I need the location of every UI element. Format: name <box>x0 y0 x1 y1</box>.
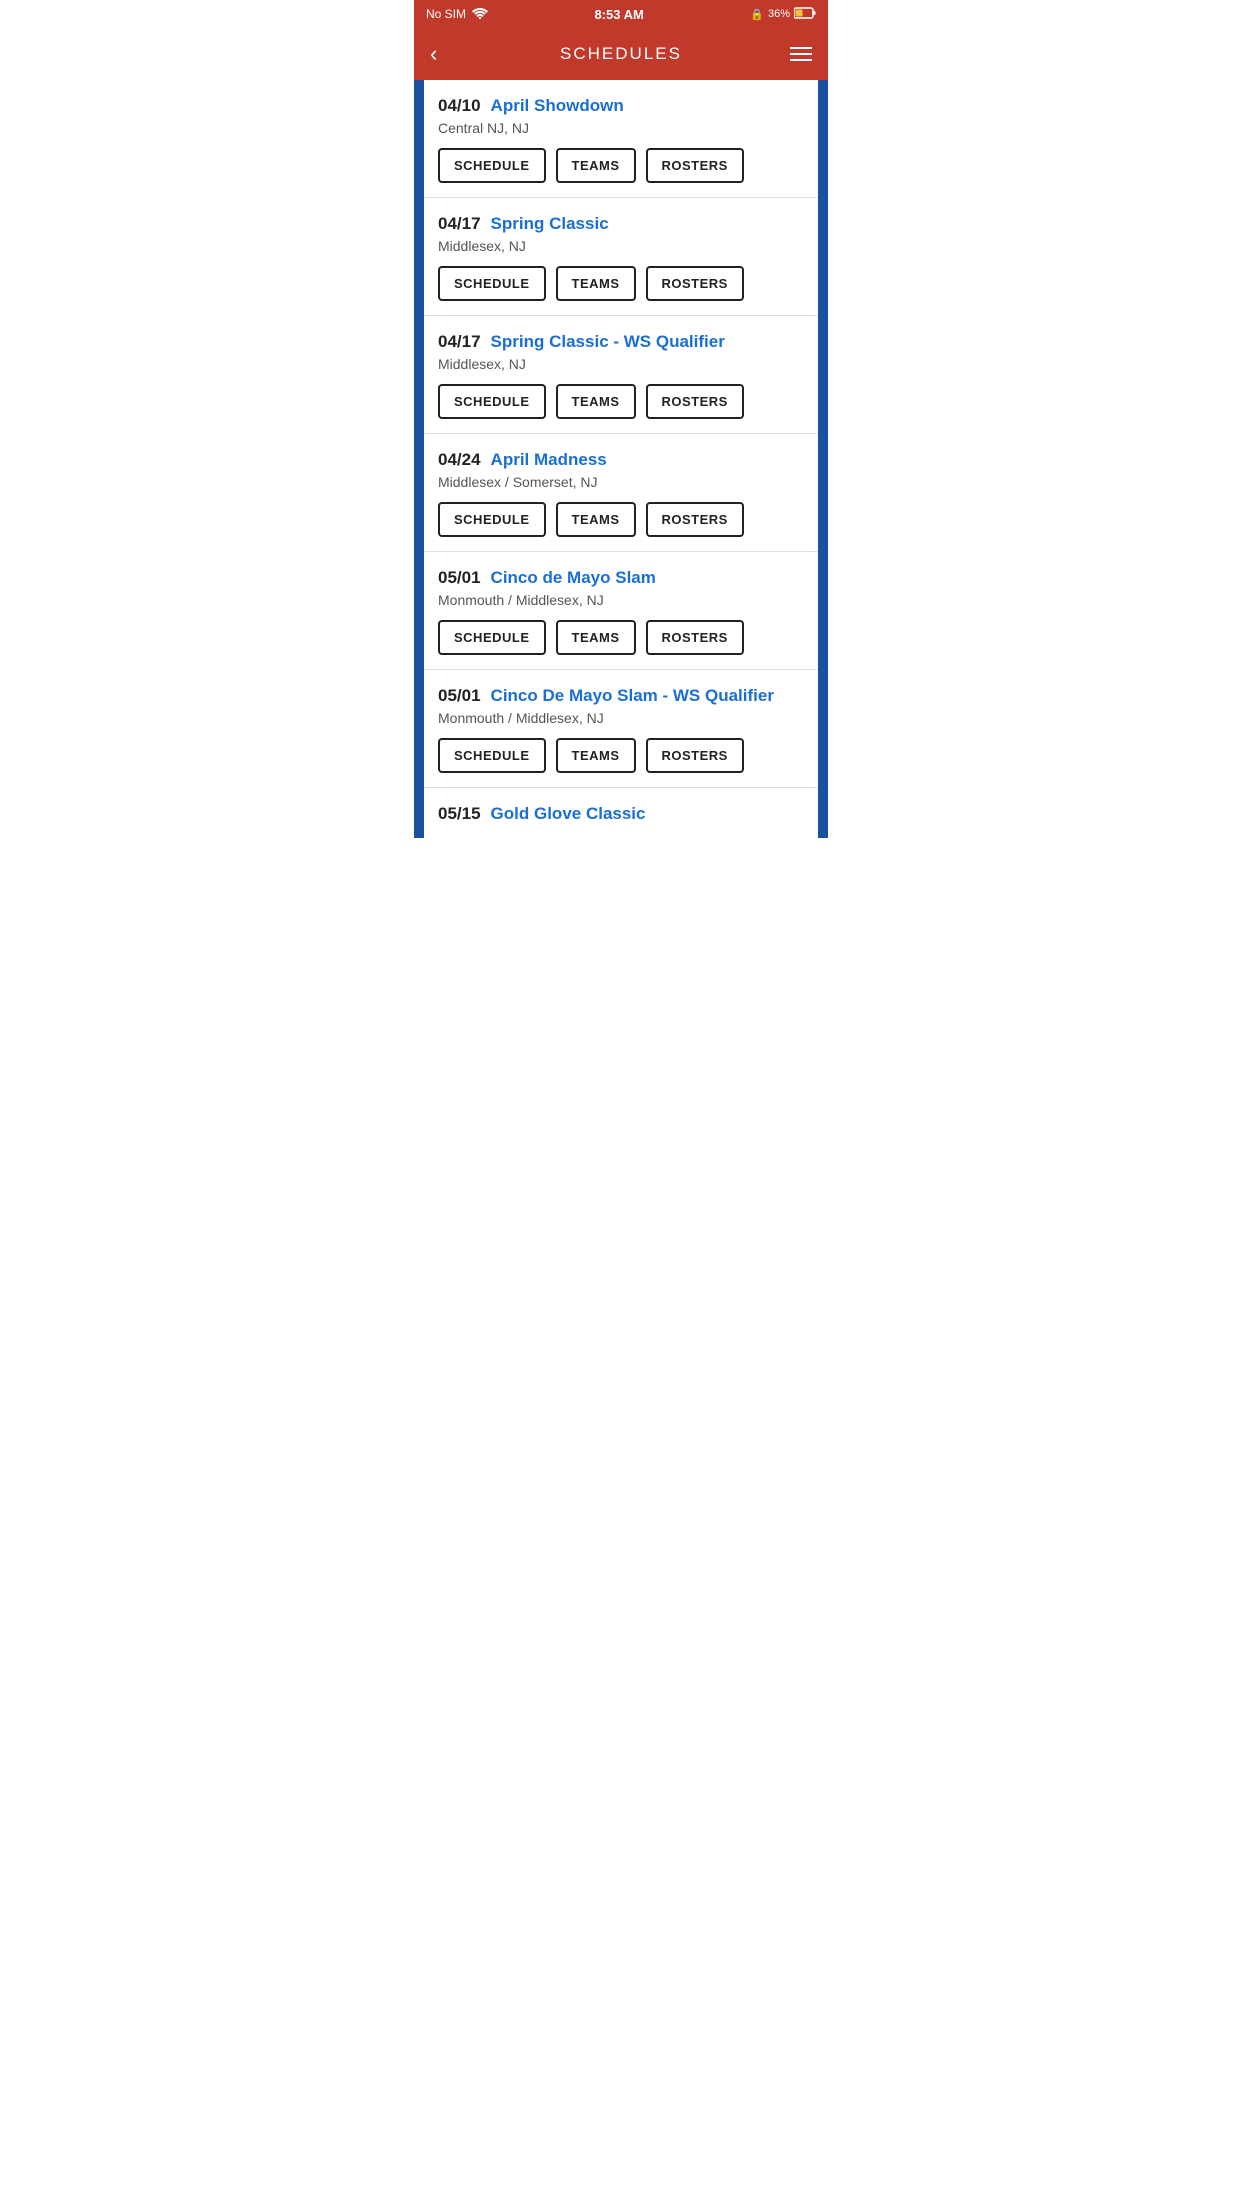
event-name: April Madness <box>491 450 607 470</box>
event-date: 04/17 <box>438 332 481 352</box>
teams-button[interactable]: TEAMS <box>556 502 636 537</box>
back-button[interactable]: ‹ <box>430 41 460 67</box>
event-name: Cinco De Mayo Slam - WS Qualifier <box>491 686 774 706</box>
menu-button[interactable] <box>782 47 812 61</box>
event-buttons: SCHEDULE TEAMS ROSTERS <box>438 266 804 301</box>
schedule-item: 05/01 Cinco de Mayo Slam Monmouth / Midd… <box>424 552 818 670</box>
carrier-label: No SIM <box>426 7 466 21</box>
teams-button[interactable]: TEAMS <box>556 384 636 419</box>
left-border <box>414 80 424 838</box>
battery-icon <box>794 7 816 22</box>
event-location: Middlesex, NJ <box>438 238 804 254</box>
event-name: Spring Classic <box>491 214 609 234</box>
teams-button[interactable]: TEAMS <box>556 620 636 655</box>
rosters-button[interactable]: ROSTERS <box>646 384 744 419</box>
event-location: Middlesex / Somerset, NJ <box>438 474 804 490</box>
event-name: April Showdown <box>491 96 624 116</box>
status-left: No SIM <box>426 7 488 22</box>
event-date: 04/17 <box>438 214 481 234</box>
event-location: Monmouth / Middlesex, NJ <box>438 592 804 608</box>
schedule-header: 04/10 April Showdown <box>438 96 804 116</box>
event-buttons: SCHEDULE TEAMS ROSTERS <box>438 384 804 419</box>
teams-button[interactable]: TEAMS <box>556 738 636 773</box>
event-location: Middlesex, NJ <box>438 356 804 372</box>
schedule-item: 05/01 Cinco De Mayo Slam - WS Qualifier … <box>424 670 818 788</box>
schedule-button[interactable]: SCHEDULE <box>438 384 546 419</box>
event-location: Central NJ, NJ <box>438 120 804 136</box>
hamburger-line-3 <box>790 59 812 61</box>
event-buttons: SCHEDULE TEAMS ROSTERS <box>438 738 804 773</box>
right-border <box>818 80 828 838</box>
status-right: 🔒 36% <box>750 7 816 22</box>
schedule-header: 04/24 April Madness <box>438 450 804 470</box>
schedule-button[interactable]: SCHEDULE <box>438 148 546 183</box>
schedule-item: 04/17 Spring Classic Middlesex, NJ SCHED… <box>424 198 818 316</box>
event-buttons: SCHEDULE TEAMS ROSTERS <box>438 148 804 183</box>
lock-icon: 🔒 <box>750 8 764 21</box>
rosters-button[interactable]: ROSTERS <box>646 266 744 301</box>
event-date: 04/10 <box>438 96 481 116</box>
schedule-button[interactable]: SCHEDULE <box>438 266 546 301</box>
status-bar: No SIM 8:53 AM 🔒 36% <box>414 0 828 28</box>
schedule-item: 04/17 Spring Classic - WS Qualifier Midd… <box>424 316 818 434</box>
rosters-button[interactable]: ROSTERS <box>646 148 744 183</box>
teams-button[interactable]: TEAMS <box>556 148 636 183</box>
schedule-button[interactable]: SCHEDULE <box>438 502 546 537</box>
schedule-button[interactable]: SCHEDULE <box>438 620 546 655</box>
teams-button[interactable]: TEAMS <box>556 266 636 301</box>
event-date: 04/24 <box>438 450 481 470</box>
schedule-header: 05/01 Cinco De Mayo Slam - WS Qualifier <box>438 686 804 706</box>
nav-bar: ‹ SCHEDULES <box>414 28 828 80</box>
event-name: Spring Classic - WS Qualifier <box>491 332 725 352</box>
rosters-button[interactable]: ROSTERS <box>646 502 744 537</box>
event-date: 05/15 <box>438 804 481 824</box>
rosters-button[interactable]: ROSTERS <box>646 620 744 655</box>
schedule-header: 05/15 Gold Glove Classic <box>438 804 804 824</box>
event-buttons: SCHEDULE TEAMS ROSTERS <box>438 620 804 655</box>
event-buttons: SCHEDULE TEAMS ROSTERS <box>438 502 804 537</box>
hamburger-line-1 <box>790 47 812 49</box>
schedule-button[interactable]: SCHEDULE <box>438 738 546 773</box>
page-title: SCHEDULES <box>560 44 682 64</box>
schedule-header: 04/17 Spring Classic - WS Qualifier <box>438 332 804 352</box>
time-label: 8:53 AM <box>594 7 643 22</box>
schedule-item: 05/15 Gold Glove Classic <box>424 788 818 838</box>
event-name: Cinco de Mayo Slam <box>491 568 656 588</box>
rosters-button[interactable]: ROSTERS <box>646 738 744 773</box>
schedule-item: 04/24 April Madness Middlesex / Somerset… <box>424 434 818 552</box>
event-date: 05/01 <box>438 686 481 706</box>
event-date: 05/01 <box>438 568 481 588</box>
content-area: 04/10 April Showdown Central NJ, NJ SCHE… <box>424 80 818 838</box>
event-location: Monmouth / Middlesex, NJ <box>438 710 804 726</box>
hamburger-line-2 <box>790 53 812 55</box>
schedule-header: 05/01 Cinco de Mayo Slam <box>438 568 804 588</box>
wifi-icon <box>472 7 488 22</box>
event-name: Gold Glove Classic <box>491 804 646 824</box>
schedule-header: 04/17 Spring Classic <box>438 214 804 234</box>
schedule-item: 04/10 April Showdown Central NJ, NJ SCHE… <box>424 80 818 198</box>
content-wrapper: 04/10 April Showdown Central NJ, NJ SCHE… <box>414 80 828 838</box>
battery-label: 36% <box>768 8 790 20</box>
